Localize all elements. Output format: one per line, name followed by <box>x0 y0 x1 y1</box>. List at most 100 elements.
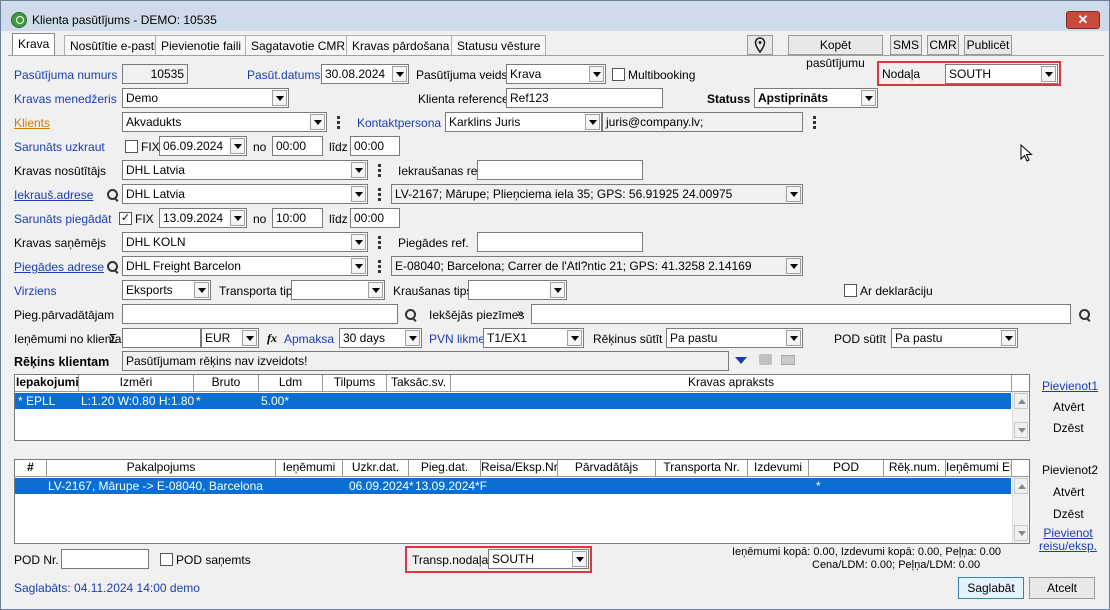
revenue-input[interactable] <box>122 328 201 348</box>
transport-type-select[interactable] <box>291 280 385 300</box>
client-label[interactable]: Klients <box>14 116 50 130</box>
load-date-picker[interactable]: 06.09.2024 <box>159 136 247 156</box>
chevron-down-icon[interactable] <box>272 90 287 106</box>
load-from-input[interactable]: 00:00 <box>272 136 323 156</box>
chevron-down-icon[interactable] <box>230 138 245 154</box>
sms-button[interactable]: SMS <box>890 35 922 55</box>
delete-package-button[interactable]: Dzēst <box>1053 421 1084 435</box>
chevron-down-icon[interactable] <box>405 330 420 346</box>
delivery-fix-checkbox[interactable]: ✓ <box>119 212 132 225</box>
search-icon[interactable] <box>107 261 119 273</box>
chevron-down-icon[interactable] <box>786 258 801 274</box>
delivery-ref-input[interactable] <box>477 232 643 252</box>
internal-notes-input[interactable] <box>531 304 1071 324</box>
column-header[interactable]: Izdevumi <box>748 460 809 476</box>
publish-button[interactable]: Publicēt <box>964 35 1012 55</box>
receiver-menu-icon[interactable] <box>378 236 382 249</box>
chevron-down-icon[interactable] <box>589 66 604 82</box>
chevron-down-icon[interactable] <box>310 114 325 130</box>
chevron-double-down-icon[interactable]: » <box>517 306 524 320</box>
column-header[interactable]: POD <box>809 460 884 476</box>
packages-scrollbar[interactable] <box>1012 392 1028 440</box>
table-row[interactable]: * EPLL L:1.20 W:0.80 H:1.80 * 5.00* <box>15 393 1011 409</box>
column-header[interactable]: Iepakojumi <box>15 375 79 391</box>
arrow-down-icon[interactable] <box>735 357 747 364</box>
chevron-down-icon[interactable] <box>786 330 801 346</box>
chevron-down-icon[interactable] <box>194 282 209 298</box>
column-header[interactable]: Rēķ.num. <box>884 460 946 476</box>
location-button[interactable] <box>747 35 773 55</box>
load-to-input[interactable]: 00:00 <box>350 136 400 156</box>
column-header[interactable]: Bruto <box>194 375 259 391</box>
invoice-send-select[interactable]: Pa pastu <box>666 328 803 348</box>
scroll-down-icon[interactable] <box>1014 525 1028 541</box>
column-header[interactable]: Ldm <box>259 375 323 391</box>
declaration-checkbox[interactable] <box>844 284 857 297</box>
chevron-down-icon[interactable] <box>861 90 876 106</box>
tab-krava[interactable]: Krava <box>12 33 56 55</box>
chevron-down-icon[interactable] <box>351 162 366 178</box>
delivery-address-label[interactable]: Piegādes adrese <box>14 260 104 274</box>
close-button[interactable]: ✕ <box>1066 11 1100 29</box>
chevron-down-icon[interactable] <box>351 258 366 274</box>
tab-sent-emails[interactable]: Nosūtītie e-pasti <box>64 35 163 55</box>
delete-service-button[interactable]: Dzēst <box>1053 507 1084 521</box>
payment-select[interactable]: 30 days <box>339 328 422 348</box>
contact-menu-icon[interactable] <box>813 116 817 129</box>
column-header[interactable]: Ieņēmumi Eur <box>946 460 1012 476</box>
add-trip-link[interactable]: Pievienot reisu/eksp. <box>1038 527 1098 553</box>
delivery-to-input[interactable]: 00:00 <box>350 208 400 228</box>
multibooking-checkbox[interactable] <box>612 68 625 81</box>
load-ref-input[interactable] <box>477 160 643 180</box>
chevron-down-icon[interactable] <box>567 330 582 346</box>
delivery-from-input[interactable]: 10:00 <box>272 208 323 228</box>
column-header[interactable]: Reisa/Eksp.Nr <box>481 460 558 476</box>
order-date-picker[interactable]: 30.08.2024 <box>321 64 409 84</box>
chevron-down-icon[interactable] <box>1001 330 1016 346</box>
load-fix-checkbox[interactable] <box>125 140 138 153</box>
direction-select[interactable]: Eksports <box>122 280 211 300</box>
column-header[interactable]: Kravas apraksts <box>451 375 1012 391</box>
chevron-down-icon[interactable] <box>550 282 565 298</box>
department-select[interactable]: SOUTH <box>945 64 1058 84</box>
tab-attached-files[interactable]: Pievienotie faili <box>155 35 248 55</box>
scroll-down-icon[interactable] <box>1014 422 1028 438</box>
transp-department-select[interactable]: SOUTH <box>488 549 589 569</box>
chevron-down-icon[interactable] <box>351 234 366 250</box>
chevron-down-icon[interactable] <box>1041 66 1056 82</box>
load-address-menu-icon[interactable] <box>378 188 382 201</box>
copy-order-button[interactable]: Kopēt pasūtījumu <box>788 35 883 70</box>
status-select[interactable]: Apstiprināts <box>754 88 878 108</box>
pod-number-input[interactable] <box>61 549 149 569</box>
column-header[interactable]: Tilpums <box>323 375 387 391</box>
tab-status-history[interactable]: Statusu vēsture <box>451 35 547 55</box>
currency-select[interactable]: EUR <box>201 328 259 348</box>
open-package-button[interactable]: Atvērt <box>1053 400 1084 414</box>
chevron-down-icon[interactable] <box>351 186 366 202</box>
order-type-select[interactable]: Krava <box>506 64 606 84</box>
chevron-down-icon[interactable] <box>230 210 245 226</box>
pod-received-checkbox[interactable] <box>160 553 173 566</box>
column-header[interactable]: Ieņēmumi <box>276 460 343 476</box>
sender-select[interactable]: DHL Latvia <box>122 160 368 180</box>
add-package-link[interactable]: Pievienot1 <box>1042 379 1098 393</box>
receiver-select[interactable]: DHL KOLN <box>122 232 368 252</box>
client-reference-input[interactable]: Ref123 <box>506 88 663 108</box>
printer-icon[interactable] <box>759 354 772 365</box>
cancel-button[interactable]: Atcelt <box>1029 577 1095 599</box>
sender-menu-icon[interactable] <box>378 164 382 177</box>
loading-type-select[interactable] <box>468 280 567 300</box>
services-scrollbar[interactable] <box>1012 477 1028 543</box>
save-button[interactable]: Saglabāt <box>958 577 1024 599</box>
open-service-button[interactable]: Atvērt <box>1053 485 1084 499</box>
email-icon[interactable] <box>781 355 795 365</box>
vat-select[interactable]: T1/EX1 <box>483 328 584 348</box>
load-address-label[interactable]: Iekrauš.adrese <box>14 188 93 202</box>
add-service-link[interactable]: Pievienot2 <box>1042 463 1098 477</box>
table-row[interactable]: LV-2167, Mārupe -> E-08040, Barcelona 06… <box>15 478 1011 494</box>
pod-send-select[interactable]: Pa pastu <box>891 328 1018 348</box>
column-header[interactable]: # <box>15 460 47 476</box>
tab-cargo-sales[interactable]: Kravas pārdošana <box>346 35 456 55</box>
delivery-address-menu-icon[interactable] <box>378 260 382 273</box>
delivery-date-picker[interactable]: 13.09.2024 <box>159 208 247 228</box>
